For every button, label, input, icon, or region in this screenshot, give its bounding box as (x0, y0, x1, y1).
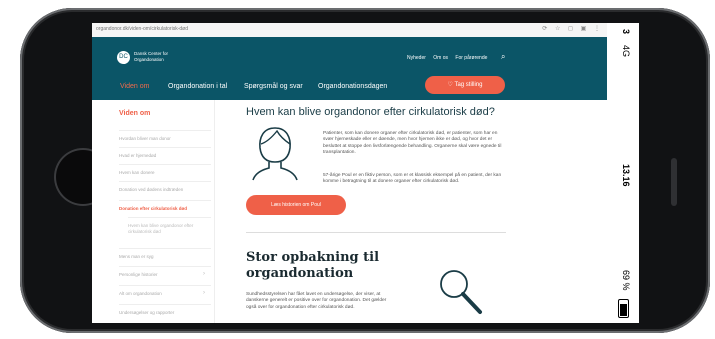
sidebar-item[interactable]: Hvem kan donere (119, 164, 211, 180)
url-bar[interactable]: organdonor.dk/viden-om/cirkulatorisk-død… (92, 23, 607, 38)
nav-item-organdonationsdagen[interactable]: Organdonationsdagen (318, 83, 387, 90)
section-divider (246, 232, 506, 233)
paragraph-poul: 57-årige Poul er en fiktiv person, som e… (323, 173, 502, 185)
chevron-right-icon: › (203, 271, 205, 277)
logo-text[interactable]: Dansk Center for Organdonation (134, 51, 184, 63)
chevron-right-icon: › (203, 290, 205, 296)
read-poul-story-button[interactable]: Læs historien om Poul (246, 195, 346, 215)
top-link-news[interactable]: Nyheder (407, 55, 426, 61)
signal-strength: 3 (621, 29, 631, 35)
tag-stilling-label: Tag stilling (454, 82, 483, 88)
main-content: Hvem kan blive organdonor efter cirkulat… (214, 100, 607, 323)
sidebar-title[interactable]: Viden om (119, 110, 150, 117)
logo-icon[interactable]: DC (117, 51, 130, 64)
sidebar-item-label: Alt om organdonation (119, 291, 162, 296)
sidebar-item-active[interactable]: Donation efter cirkulatorisk død (119, 200, 211, 216)
sidebar-item-personlige[interactable]: Personlige historier › (119, 266, 211, 282)
heart-icon: ♡ (447, 82, 453, 88)
page-heading: Hvem kan blive organdonor efter cirkulat… (246, 106, 495, 118)
sidebar-subitem[interactable]: Hvem kan blive organdonor efter cirkulat… (128, 217, 211, 241)
top-link-relatives[interactable]: For pårørende (455, 55, 487, 61)
battery-percent: 69 % (621, 270, 631, 291)
phone-speaker (671, 158, 677, 206)
nav-item-viden-om[interactable]: Viden om (120, 83, 149, 90)
person-outline-icon (252, 127, 298, 181)
sidebar-item[interactable]: Donation ved dødens indtræden (119, 181, 211, 197)
paragraph-survey: Sundhedsstyrelsen har fået lavet en unde… (246, 292, 387, 310)
sidebar-item-alt-om[interactable]: Alt om organdonation › (119, 285, 211, 301)
network-type: 4G (621, 45, 631, 58)
nav-item-organdonation-i-tal[interactable]: Organdonation i tal (168, 83, 227, 90)
battery-icon (618, 299, 629, 318)
top-link-about[interactable]: Om os (433, 55, 448, 61)
paragraph-patients: Patienter, som kan donere organer efter … (323, 131, 502, 155)
url-text[interactable]: organdonor.dk/viden-om/cirkulatorisk-død (96, 26, 188, 32)
sidebar-item[interactable]: Undersøgelser og rapporter (119, 304, 211, 320)
browser-toolbar-icons: ⟳ ☆ ◻ ▣ ⋮ (542, 26, 603, 32)
top-links: Nyheder Om os For pårørende (407, 55, 493, 61)
clock: 13.16 (621, 164, 631, 187)
sidebar: Viden om Hvordan bliver man donor Hvad e… (92, 100, 215, 323)
nav-item-spoergsmaal[interactable]: Spørgsmål og svar (244, 83, 303, 90)
sidebar-item[interactable]: Mens man er syg (119, 248, 211, 264)
tag-stilling-button[interactable]: ♡ Tag stilling (425, 76, 505, 94)
magnifier-icon (440, 270, 482, 314)
sidebar-item-label: Personlige historier (119, 272, 158, 277)
section-heading: Stor opbakning til organdonation (246, 250, 380, 281)
browser-screen: organdonor.dk/viden-om/cirkulatorisk-død… (92, 23, 639, 323)
search-icon[interactable]: ⌕ (501, 52, 505, 62)
status-bar: 3 4G 13.16 69 % (607, 23, 639, 323)
site-header: DC Dansk Center for Organdonation Nyhede… (92, 37, 607, 100)
sidebar-item[interactable]: Hvad er hjernedød (119, 147, 211, 163)
sidebar-item[interactable]: Hvordan bliver man donor (119, 130, 211, 146)
